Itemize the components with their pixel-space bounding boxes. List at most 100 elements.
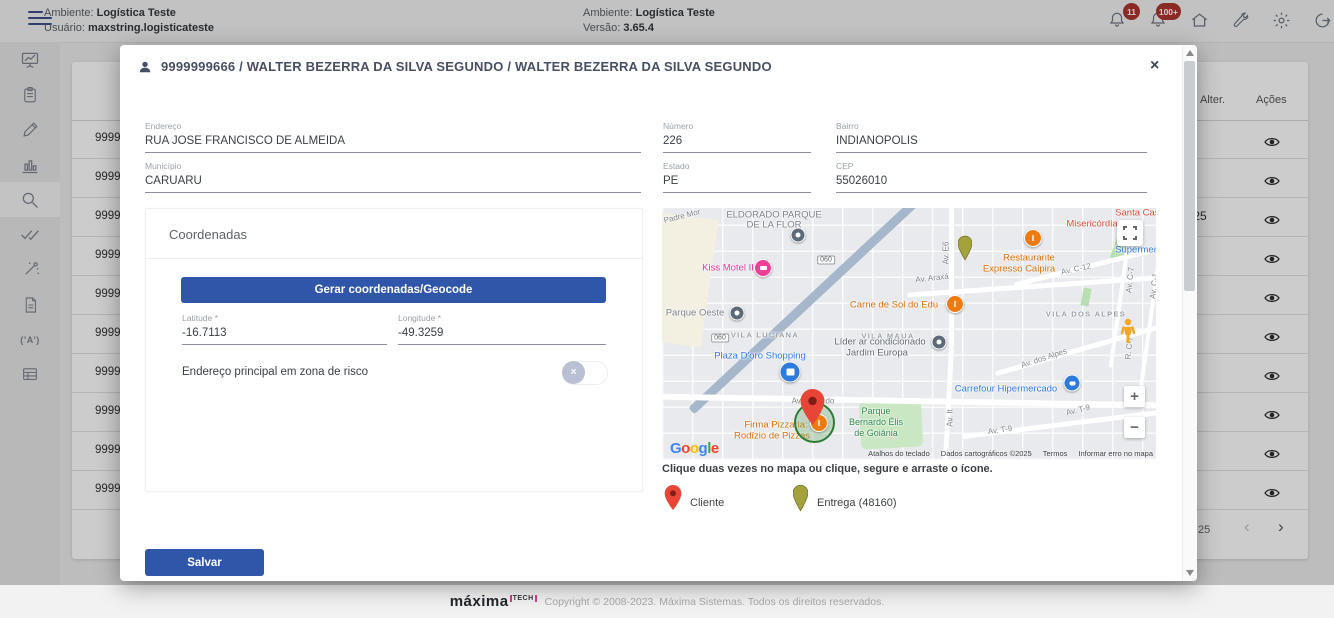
map-attribution: Atalhos do teclado Dados cartográficos ©2… — [868, 449, 1153, 458]
municipio-label: Município — [145, 161, 641, 171]
rest-poi-icon[interactable] — [1024, 229, 1042, 247]
estado-field[interactable]: Estado PE — [663, 161, 811, 193]
google-logo: Google — [670, 440, 719, 457]
rest-poi-icon[interactable] — [946, 295, 964, 313]
client-map-pin[interactable] — [799, 389, 826, 425]
map-label: Av. Araxá — [915, 272, 949, 284]
map-label: Kiss Motel II — [702, 263, 754, 274]
bairro-value[interactable]: INDIANOPOLIS — [836, 135, 1147, 153]
legend-client-label: Cliente — [690, 497, 724, 509]
coordinates-heading: Coordenadas — [169, 227, 247, 242]
bairro-field[interactable]: Bairro INDIANOPOLIS — [836, 121, 1147, 153]
save-button[interactable]: Salvar — [145, 549, 264, 576]
map-legend: Cliente Entrega (48160) — [662, 485, 1162, 525]
legend-delivery-pin-icon — [793, 483, 808, 513]
map-label: Restaurante — [1003, 253, 1055, 264]
map-label: Supermer — [1115, 245, 1156, 256]
map-label: Carne de Sol do Edu — [850, 300, 938, 311]
map-label: Carrefour Hipermercado — [955, 384, 1057, 395]
endereco-label: Endereço — [145, 121, 641, 131]
route-shield-060: 060 — [817, 256, 835, 265]
delivery-map-pin[interactable] — [958, 232, 972, 264]
map-highway-060 — [688, 208, 935, 414]
map-label: Av. C-12 — [1060, 261, 1092, 276]
map-terrain-patch — [662, 213, 719, 348]
numero-label: Número — [663, 121, 811, 131]
pegman-street-view-icon[interactable] — [1120, 318, 1136, 344]
coordinates-panel: Coordenadas Gerar coordenadas/Geocode La… — [145, 208, 643, 492]
zoom-out-button[interactable]: − — [1124, 417, 1145, 438]
map-label: Plaza D'oro Shopping — [714, 351, 806, 362]
map-label: Av. E6 — [942, 242, 951, 265]
map-label: Av. C-7 — [1124, 267, 1136, 294]
google-map[interactable]: + − Google Atalhos do teclado Dados carto… — [662, 208, 1156, 460]
shop-poi-icon[interactable] — [780, 362, 801, 383]
estado-value[interactable]: PE — [663, 175, 811, 193]
map-green-patch — [1080, 287, 1091, 306]
map-label: Expresso Caipira — [983, 264, 1055, 275]
page-footer: máximaTECH Copyright © 2008-2023. Máxima… — [0, 585, 1334, 618]
motel-poi-icon[interactable] — [754, 259, 772, 277]
map-label: Parque — [861, 406, 890, 416]
map-label: Misericórdia — [1066, 219, 1117, 230]
municipio-value[interactable]: CARUARU — [145, 175, 641, 193]
client-address-modal: 9999999666 / WALTER BEZERRA DA SILVA SEG… — [120, 45, 1197, 581]
modal-scrollbar[interactable] — [1182, 45, 1197, 581]
longitude-value[interactable]: -49.3259 — [398, 327, 606, 345]
toggle-thumb-x-icon: × — [562, 361, 585, 384]
fullscreen-icon[interactable] — [1117, 220, 1143, 246]
cep-label: CEP — [836, 161, 1147, 171]
station-poi-icon[interactable] — [932, 335, 947, 350]
route-shield-060: 060 — [711, 334, 729, 343]
station-poi-icon[interactable] — [730, 306, 745, 321]
legend-client-pin-icon — [664, 485, 682, 510]
map-instruction-text: Clique duas vezes no mapa ou clique, seg… — [662, 463, 993, 475]
attribution-link[interactable]: Dados cartográficos ©2025 — [941, 449, 1032, 458]
numero-field[interactable]: Número 226 — [663, 121, 811, 153]
estado-label: Estado — [663, 161, 811, 171]
cep-value[interactable]: 55026010 — [836, 175, 1147, 193]
endereco-field[interactable]: Endereço RUA JOSE FRANCISCO DE ALMEIDA — [145, 121, 641, 153]
map-label: Parque Oeste — [666, 308, 725, 319]
latitude-field[interactable]: Latitude * -16.7113 — [182, 313, 387, 345]
legend-delivery-label: Entrega (48160) — [817, 497, 897, 509]
map-label: de Goiânia — [854, 428, 898, 438]
cart-poi-icon[interactable] — [1064, 375, 1081, 392]
copyright-text: Copyright © 2008-2023. Máxima Sistemas. … — [545, 596, 885, 608]
close-icon[interactable]: × — [1150, 57, 1159, 75]
map-label: Jardim Europa — [846, 348, 908, 359]
latitude-label: Latitude * — [182, 313, 387, 323]
map-road — [949, 208, 954, 348]
map-label: Av. It — [946, 409, 955, 427]
scrollbar-up-arrow-icon[interactable] — [1186, 50, 1194, 56]
map-label: Bernardo Élis — [849, 417, 903, 427]
bairro-label: Bairro — [836, 121, 1147, 131]
attribution-link[interactable]: Termos — [1043, 449, 1068, 458]
map-label: VILA DOS ALPES — [1046, 310, 1126, 319]
map-label: do — [826, 397, 835, 406]
map-label: Santa Casa — [1115, 208, 1156, 219]
municipio-field[interactable]: Município CARUARU — [145, 161, 641, 193]
station-poi-icon[interactable] — [791, 228, 806, 243]
person-icon — [138, 60, 152, 74]
risk-zone-toggle[interactable]: × — [562, 361, 608, 385]
cep-field[interactable]: CEP 55026010 — [836, 161, 1147, 193]
maxima-tech-logo: máximaTECH — [450, 593, 537, 610]
zoom-in-button[interactable]: + — [1124, 386, 1145, 407]
modal-title: 9999999666 / WALTER BEZERRA DA SILVA SEG… — [161, 59, 772, 74]
latitude-value[interactable]: -16.7113 — [182, 327, 387, 345]
map-label: Av. T-9 — [987, 424, 1012, 436]
longitude-field[interactable]: Longitude * -49.3259 — [398, 313, 606, 345]
scrollbar-thumb[interactable] — [1184, 61, 1195, 291]
map-label: Líder ar condicionado — [834, 337, 925, 348]
numero-value[interactable]: 226 — [663, 135, 811, 153]
risk-zone-label: Endereço principal em zona de risco — [182, 366, 368, 378]
attribution-link[interactable]: Informar erro no mapa — [1078, 449, 1153, 458]
scrollbar-down-arrow-icon[interactable] — [1186, 570, 1194, 576]
endereco-value[interactable]: RUA JOSE FRANCISCO DE ALMEIDA — [145, 135, 641, 153]
map-label: Av. dos Alpes — [1020, 346, 1068, 369]
application-window: Ambiente: Logística Teste Usuário: maxst… — [0, 0, 1334, 618]
generate-geocode-button[interactable]: Gerar coordenadas/Geocode — [181, 277, 606, 303]
longitude-label: Longitude * — [398, 313, 606, 323]
attribution-link[interactable]: Atalhos do teclado — [868, 449, 930, 458]
